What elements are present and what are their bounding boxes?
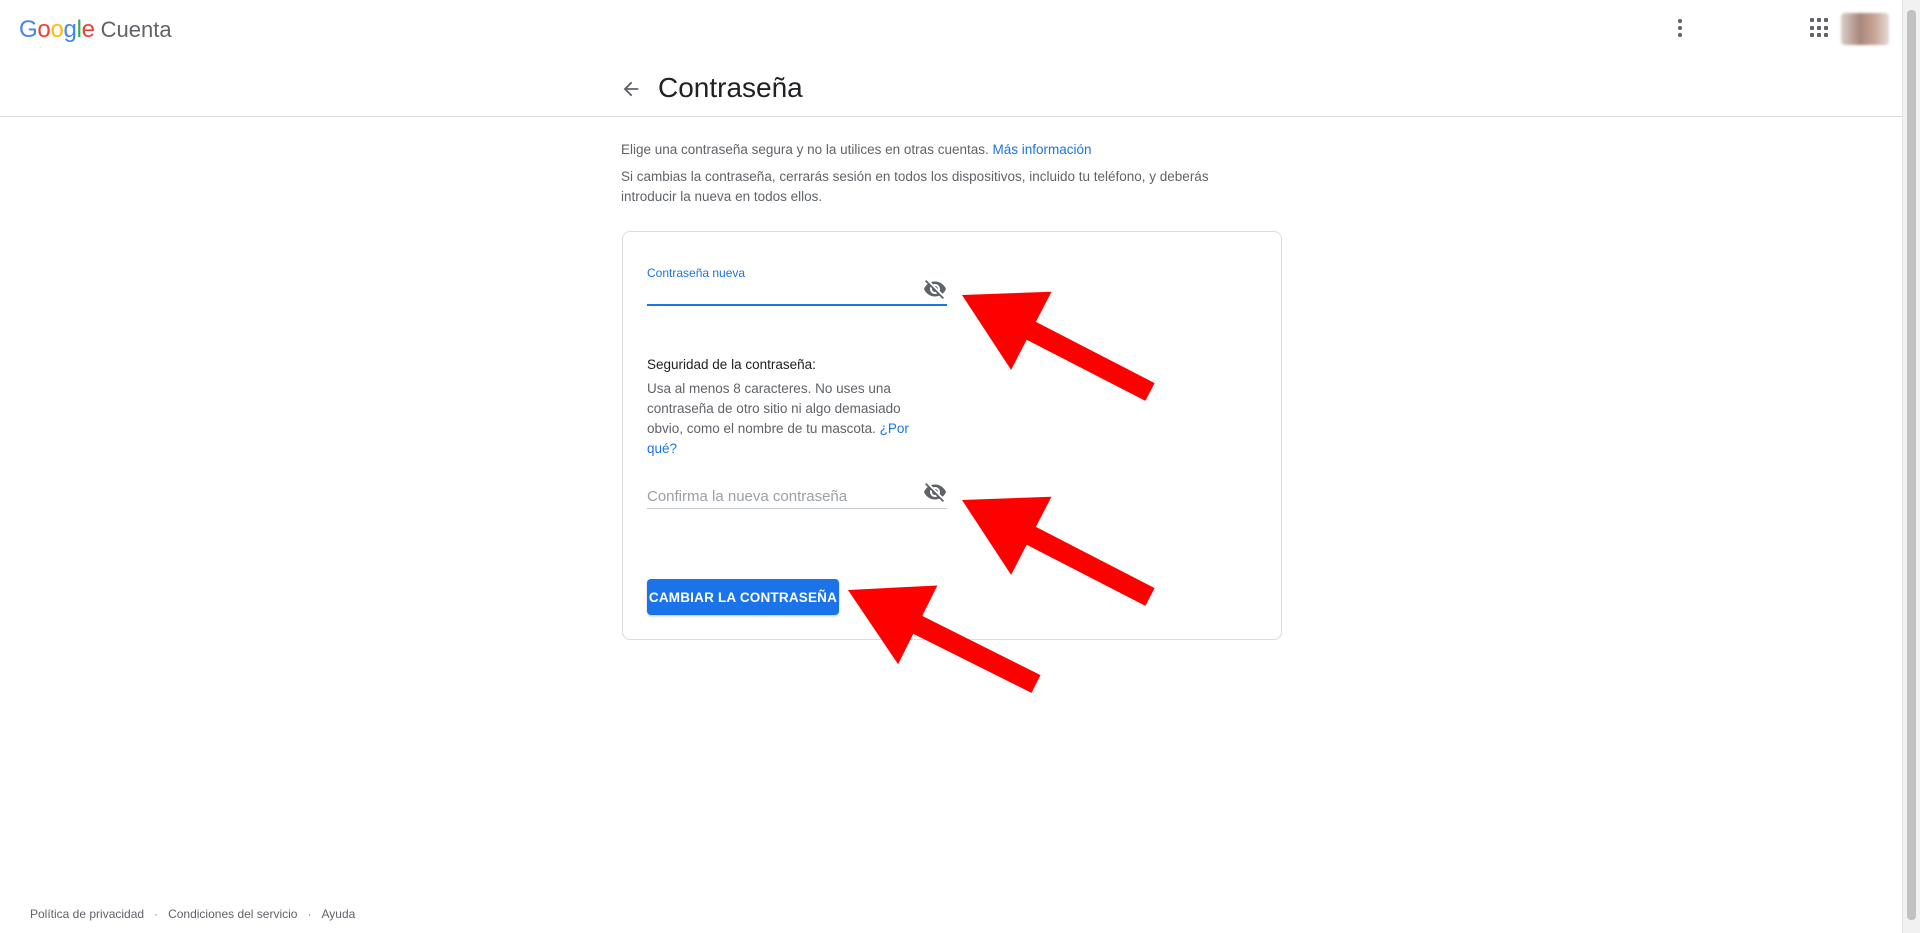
input-underline (647, 304, 947, 306)
confirm-password-field (647, 469, 947, 509)
help-link[interactable]: Ayuda (321, 907, 355, 921)
intro-line-1: Elige una contraseña segura y no la util… (621, 142, 989, 157)
input-underline (647, 508, 947, 509)
new-password-label: Contraseña nueva (647, 266, 746, 280)
confirm-password-input[interactable] (647, 483, 947, 509)
password-strength-info: Seguridad de la contraseña: Usa al menos… (647, 357, 937, 459)
change-password-button[interactable]: CAMBIAR LA CONTRASEÑA (647, 579, 839, 615)
intro-paragraph-1: Elige una contraseña segura y no la util… (621, 140, 1241, 160)
google-wordmark: Google (19, 16, 95, 44)
google-account-logo[interactable]: Google Cuenta (19, 16, 172, 44)
strength-title: Seguridad de la contraseña: (647, 357, 816, 372)
logo-letter: o (50, 16, 64, 43)
terms-link[interactable]: Condiciones del servicio (168, 907, 297, 921)
scrollbar[interactable] (1902, 0, 1920, 933)
new-password-input[interactable] (647, 280, 947, 306)
intro-text: Elige una contraseña segura y no la util… (621, 140, 1241, 214)
strength-text: Usa al menos 8 caracteres. No uses una c… (647, 379, 937, 459)
password-form-card: Contraseña nueva Seguridad de la contras… (622, 231, 1282, 640)
intro-line-2: Si cambias la contraseña, cerrarás sesió… (621, 169, 1209, 204)
more-info-link[interactable]: Más información (993, 142, 1092, 157)
footer: Política de privacidad · Condiciones del… (30, 907, 355, 921)
logo-letter: e (81, 16, 95, 43)
apps-grid-icon[interactable] (1810, 18, 1830, 38)
logo-letter: o (37, 16, 51, 43)
visibility-off-icon[interactable] (923, 277, 947, 301)
arrow-back-icon[interactable] (620, 78, 642, 100)
scrollbar-thumb[interactable] (1907, 10, 1916, 920)
strength-description: Usa al menos 8 caracteres. No uses una c… (647, 381, 901, 436)
visibility-off-icon[interactable] (923, 480, 947, 504)
avatar[interactable] (1841, 13, 1889, 45)
footer-separator: · (154, 907, 159, 921)
product-name: Cuenta (100, 17, 172, 42)
logo-letter: G (19, 16, 38, 43)
more-vert-icon[interactable] (1668, 16, 1692, 40)
page-header: Contraseña (0, 58, 1902, 117)
logo-letter: g (63, 16, 77, 43)
footer-separator: · (307, 907, 312, 921)
page-title: Contraseña (658, 72, 803, 103)
top-app-bar: Google Cuenta (0, 0, 1902, 58)
new-password-field: Contraseña nueva (647, 266, 947, 306)
privacy-link[interactable]: Política de privacidad (30, 907, 144, 921)
